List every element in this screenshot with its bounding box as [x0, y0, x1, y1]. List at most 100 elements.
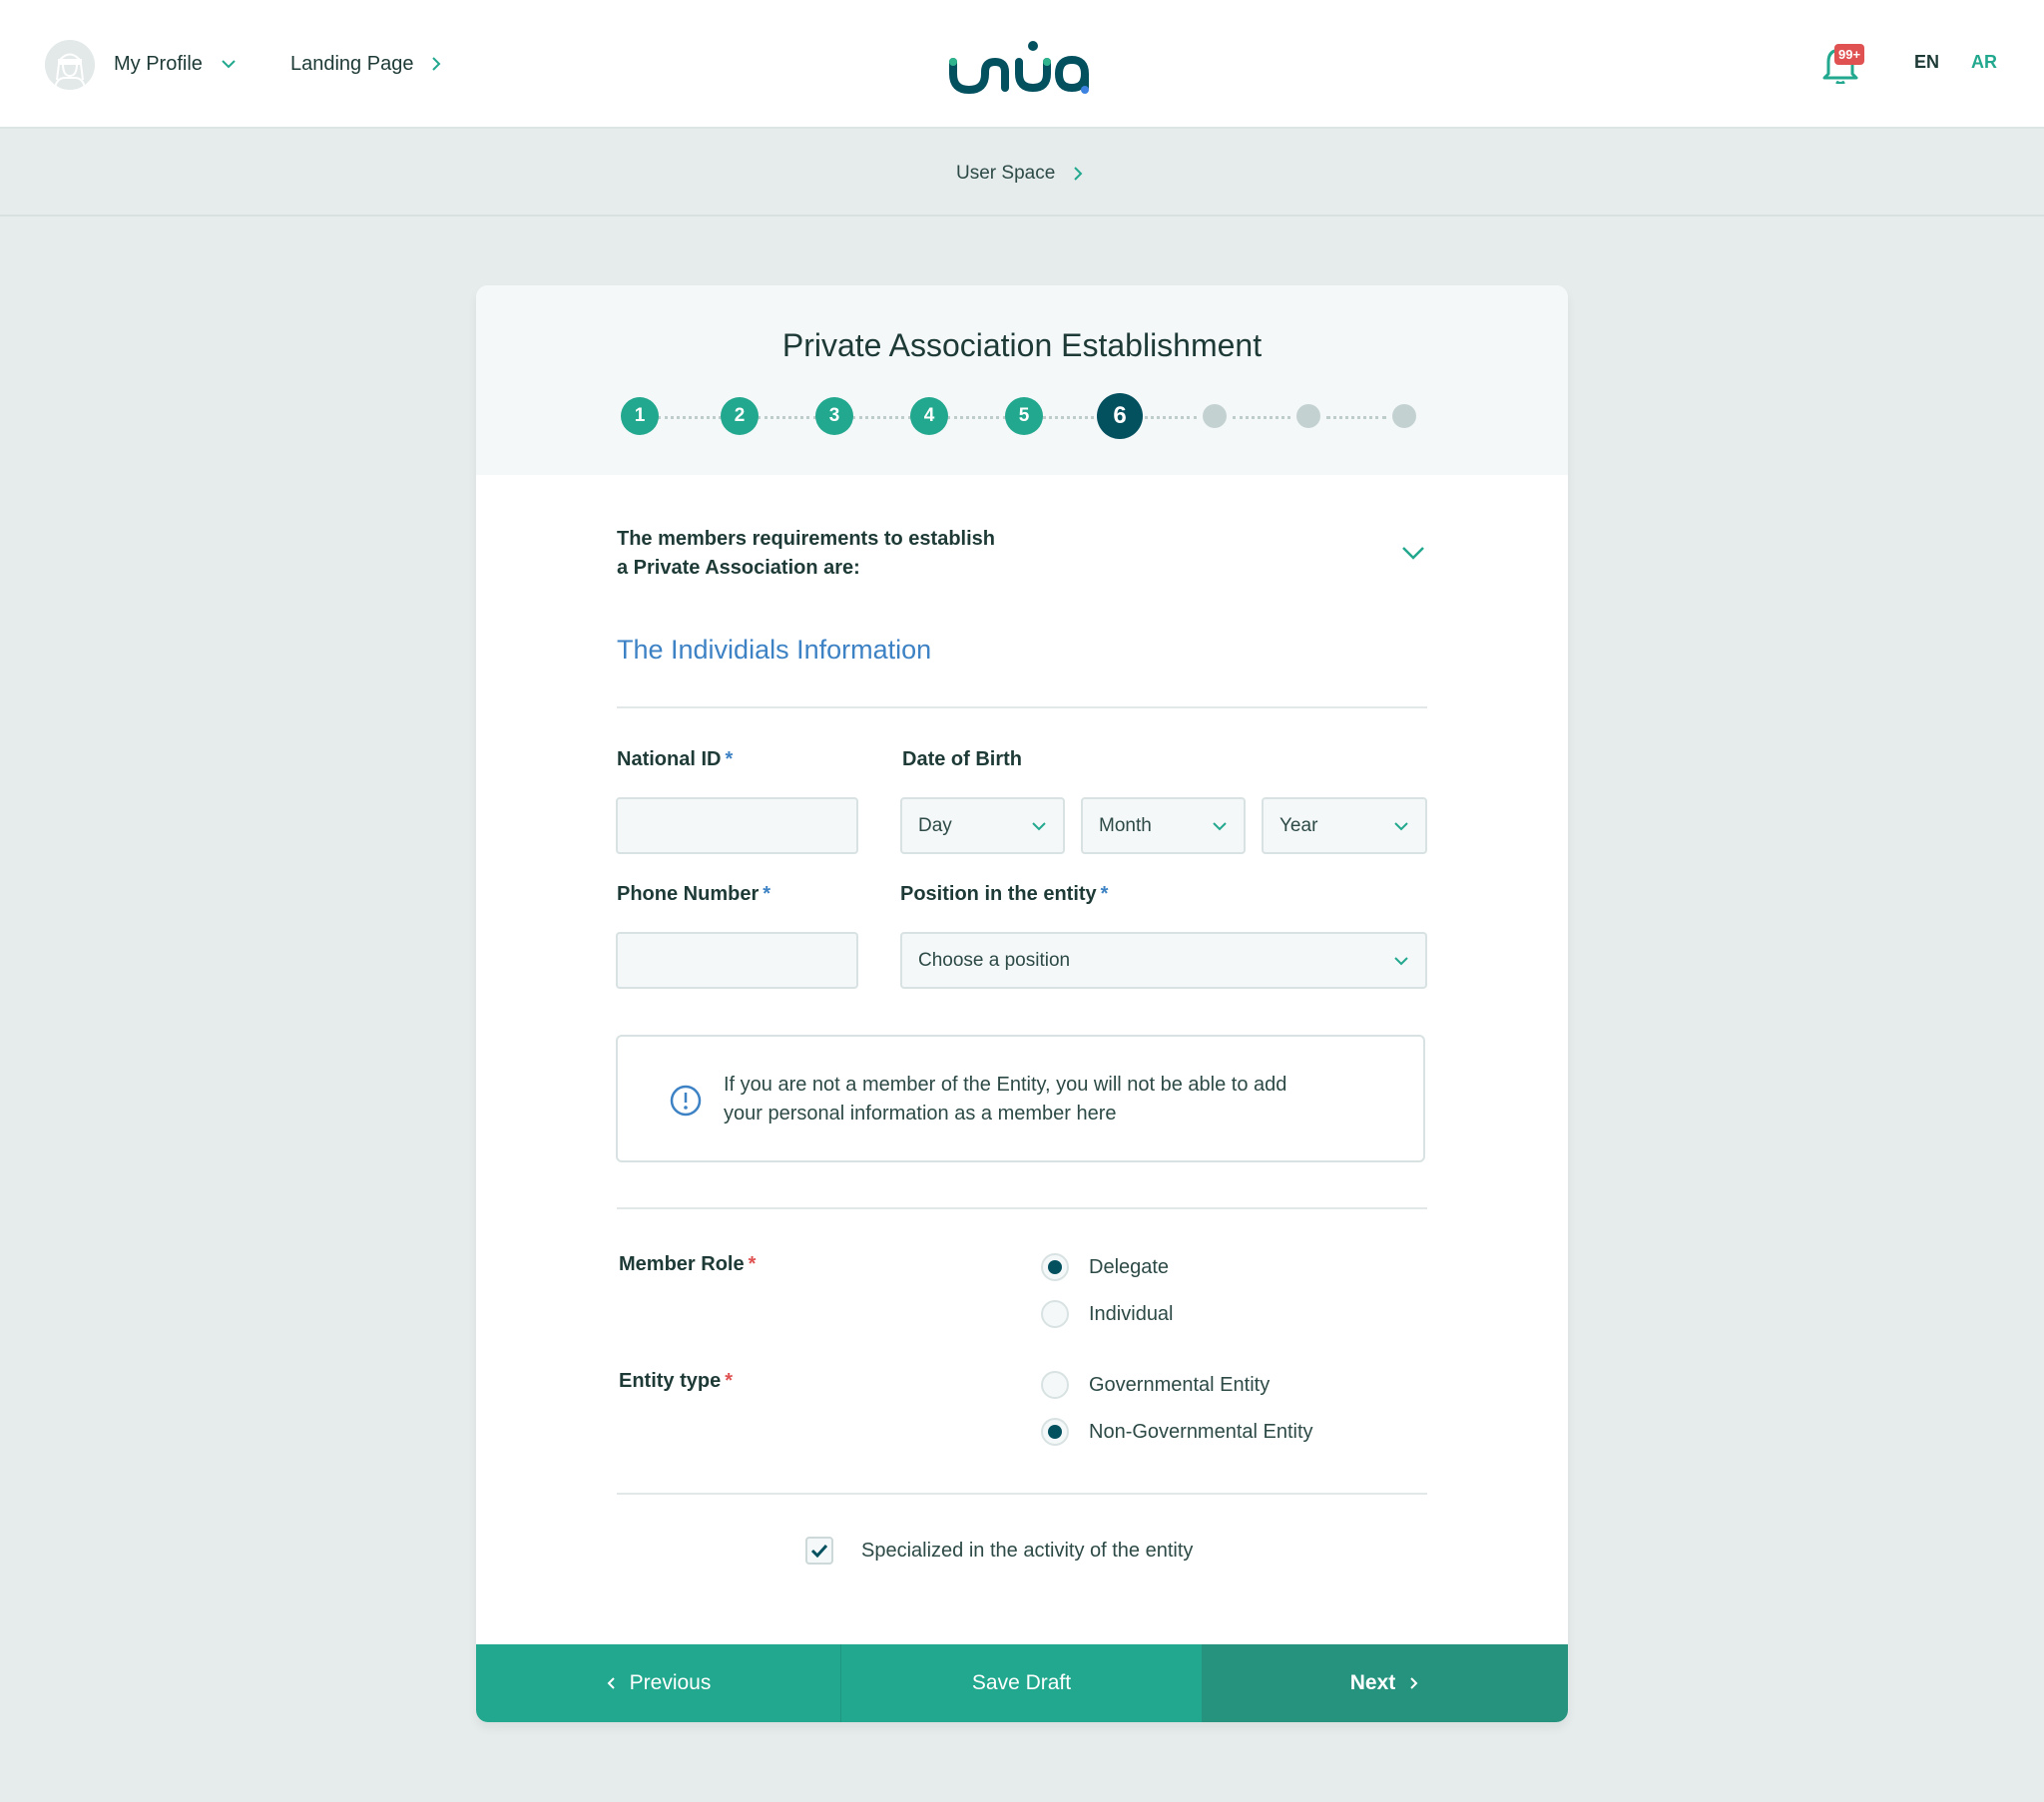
- info-notice: If you are not a member of the Entity, y…: [616, 1035, 1425, 1162]
- chevron-down-icon: [1394, 821, 1408, 830]
- position-label: Position in the entity *: [900, 883, 1108, 906]
- member-role-label-text: Member Role: [619, 1253, 745, 1275]
- entity-type-label: Entity type *: [619, 1370, 733, 1393]
- phone-number-label-text: Phone Number: [617, 883, 760, 905]
- required-asterisk: *: [748, 1253, 757, 1275]
- landing-page-label: Landing Page: [290, 53, 414, 75]
- language-en-button[interactable]: EN: [1914, 52, 1939, 73]
- chevron-down-icon: [1394, 956, 1408, 965]
- progress-stepper: 1 2 3 4 5 6: [476, 391, 1568, 441]
- dob-month-value: Month: [1099, 814, 1152, 836]
- next-label: Next: [1349, 1671, 1396, 1694]
- phone-number-input[interactable]: [616, 932, 858, 989]
- info-notice-text: If you are not a member of the Entity, y…: [724, 1071, 1402, 1128]
- dob-day-value: Day: [918, 814, 952, 836]
- chevron-right-icon: [431, 56, 441, 72]
- step-6-current[interactable]: 6: [1097, 393, 1143, 439]
- checkmark-icon: [810, 1544, 828, 1558]
- chevron-down-icon: [1213, 821, 1227, 830]
- previous-button[interactable]: Previous: [476, 1644, 841, 1722]
- member-role-option-delegate[interactable]: Delegate: [1041, 1253, 1169, 1281]
- notification-count-badge: 99+: [1834, 44, 1865, 65]
- dob-year-select[interactable]: Year: [1262, 797, 1427, 854]
- chevron-down-icon: [1402, 547, 1424, 560]
- page-title: Private Association Establishment: [781, 327, 1263, 363]
- previous-label: Previous: [629, 1671, 712, 1694]
- section-divider: [617, 706, 1427, 708]
- dob-month-select[interactable]: Month: [1081, 797, 1246, 854]
- required-asterisk: *: [1100, 883, 1109, 905]
- specialized-checkbox-row[interactable]: Specialized in the activity of the entit…: [805, 1537, 1193, 1565]
- position-select[interactable]: Choose a position: [900, 932, 1427, 989]
- save-draft-button[interactable]: Save Draft: [841, 1644, 1202, 1722]
- step-connector: [1138, 416, 1197, 419]
- step-9-pending[interactable]: [1392, 404, 1416, 428]
- step-2-done[interactable]: 2: [721, 397, 759, 435]
- member-role-option-individual[interactable]: Individual: [1041, 1300, 1174, 1328]
- section-divider: [617, 1493, 1427, 1495]
- dob-year-value: Year: [1279, 814, 1318, 836]
- radio-button[interactable]: [1041, 1418, 1069, 1446]
- landing-page-link[interactable]: Landing Page: [290, 50, 441, 78]
- my-profile-menu[interactable]: My Profile: [114, 50, 237, 78]
- requirements-expand-toggle[interactable]: [1400, 543, 1426, 563]
- step-8-pending[interactable]: [1296, 404, 1320, 428]
- logo-icon: [949, 41, 1089, 95]
- step-3-done[interactable]: 3: [815, 397, 853, 435]
- entity-type-option-governmental[interactable]: Governmental Entity: [1041, 1371, 1270, 1399]
- radio-button[interactable]: [1041, 1371, 1069, 1399]
- radio-label: Governmental Entity: [1089, 1373, 1271, 1396]
- radio-label: Non-Governmental Entity: [1089, 1420, 1313, 1443]
- chevron-down-icon: [221, 59, 237, 69]
- requirements-line-2: a Private Association are:: [617, 557, 860, 579]
- step-connector: [758, 416, 816, 419]
- specialized-checkbox[interactable]: [805, 1537, 833, 1565]
- language-ar-button[interactable]: AR: [1971, 52, 1997, 73]
- chevron-right-icon: [1073, 166, 1083, 182]
- radio-button[interactable]: [1041, 1253, 1069, 1281]
- next-button[interactable]: Next: [1202, 1644, 1568, 1722]
- form-card: Private Association Establishment 1 2 3 4 5 6…: [476, 285, 1568, 1722]
- position-label-text: Position in the entity: [900, 883, 1097, 905]
- step-connector: [1233, 416, 1290, 419]
- national-id-label: National ID *: [617, 748, 733, 771]
- unuq-logo[interactable]: [945, 36, 1095, 96]
- entity-type-label-text: Entity type: [619, 1370, 722, 1392]
- section-divider: [617, 1207, 1427, 1209]
- national-id-input[interactable]: [616, 797, 858, 854]
- step-1-done[interactable]: 1: [621, 397, 659, 435]
- step-connector: [658, 416, 722, 419]
- step-5-done[interactable]: 5: [1005, 397, 1043, 435]
- radio-button[interactable]: [1041, 1300, 1069, 1328]
- step-4-done[interactable]: 4: [910, 397, 948, 435]
- radio-label: Individual: [1089, 1302, 1174, 1325]
- breadcrumb-user-space[interactable]: User Space: [956, 163, 1083, 185]
- entity-type-option-non-governmental[interactable]: Non-Governmental Entity: [1041, 1418, 1313, 1446]
- national-id-label-text: National ID: [617, 748, 722, 770]
- required-asterisk: *: [725, 748, 734, 770]
- radio-label: Delegate: [1089, 1255, 1170, 1278]
- step-7-pending[interactable]: [1203, 404, 1227, 428]
- step-connector: [852, 416, 911, 419]
- required-asterisk: *: [725, 1370, 734, 1392]
- phone-number-label: Phone Number *: [617, 883, 770, 906]
- requirements-accordion-title[interactable]: The members requirements to establish a …: [617, 525, 1116, 583]
- info-line-2: your personal information as a member he…: [724, 1103, 1117, 1125]
- chevron-right-icon: [1410, 1677, 1418, 1689]
- date-of-birth-label: Date of Birth: [902, 748, 1022, 770]
- step-connector: [947, 416, 1006, 419]
- profile-avatar[interactable]: [45, 40, 95, 90]
- specialized-label: Specialized in the activity of the entit…: [861, 1539, 1194, 1562]
- radio-selected-dot: [1048, 1260, 1062, 1274]
- save-draft-label: Save Draft: [971, 1671, 1072, 1694]
- dob-day-select[interactable]: Day: [900, 797, 1065, 854]
- member-role-label: Member Role *: [619, 1253, 756, 1276]
- user-avatar-icon: [45, 40, 95, 90]
- chevron-left-icon: [607, 1677, 615, 1689]
- required-asterisk: *: [763, 883, 771, 905]
- breadcrumb-label: User Space: [956, 163, 1056, 184]
- form-card-header: Private Association Establishment 1 2 3 4 5 6: [476, 285, 1568, 475]
- chevron-down-icon: [1032, 821, 1046, 830]
- form-footer: Previous Save Draft Next: [476, 1644, 1568, 1722]
- section-title: The Individials Information: [617, 635, 932, 665]
